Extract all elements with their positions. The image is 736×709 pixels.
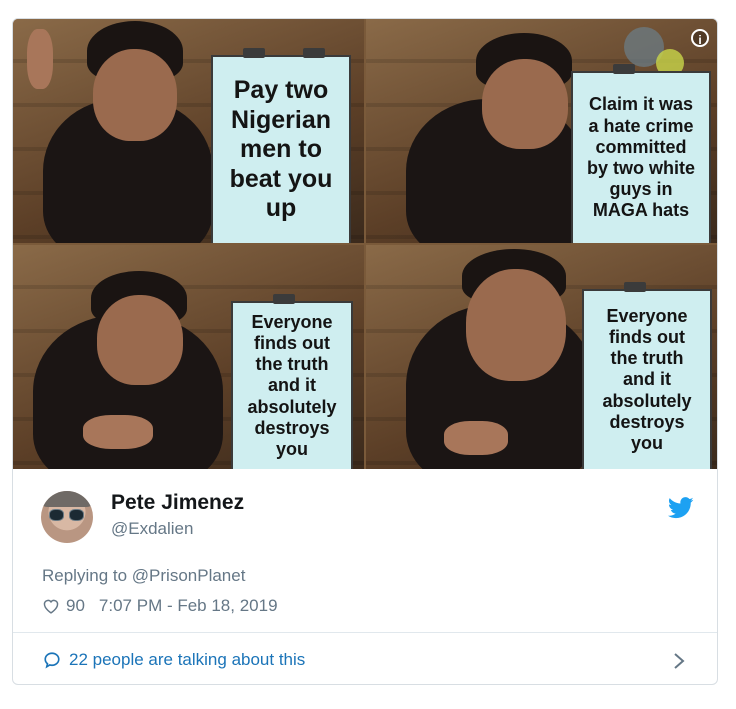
divider xyxy=(13,632,717,633)
reply-target-link[interactable]: @PrisonPlanet xyxy=(132,566,246,585)
tweet-timestamp[interactable]: 7:07 PM - Feb 18, 2019 xyxy=(99,596,278,616)
pointing-hand xyxy=(27,29,53,89)
like-count[interactable]: 90 xyxy=(66,596,85,616)
meme-sign-1: Pay two Nigerian men to beat you up xyxy=(211,48,351,243)
sunglasses xyxy=(49,509,85,521)
tweet-meta: 90 7:07 PM - Feb 18, 2019 xyxy=(42,596,278,616)
hand xyxy=(444,421,508,455)
meme-panel-4: Everyone finds out the truth and it abso… xyxy=(366,245,717,469)
sign-text: Pay two Nigerian men to beat you up xyxy=(229,76,333,223)
chevron-right-icon[interactable] xyxy=(673,652,685,670)
meme-panel-1: Pay two Nigerian men to beat you up xyxy=(13,19,364,243)
meme-sign-3: Everyone finds out the truth and it abso… xyxy=(231,294,353,469)
sign-text: Everyone finds out the truth and it abso… xyxy=(247,311,337,460)
twitter-bird-icon[interactable] xyxy=(668,497,694,519)
speech-bubble-icon xyxy=(44,652,60,669)
meme-image[interactable]: Pay two Nigerian men to beat you up Clai… xyxy=(13,19,717,469)
person-face xyxy=(482,59,568,149)
conversation-link[interactable]: 22 people are talking about this xyxy=(43,650,305,670)
meme-sign-4: Everyone finds out the truth and it abso… xyxy=(582,282,712,469)
person-face xyxy=(93,49,177,141)
meme-sign-2: Claim it was a hate crime committed by t… xyxy=(571,64,711,243)
conversation-label[interactable]: 22 people are talking about this xyxy=(69,650,305,670)
author-handle[interactable]: @Exdalien xyxy=(111,519,193,539)
heart-icon[interactable] xyxy=(42,598,60,614)
hand xyxy=(83,415,153,449)
person-face xyxy=(97,295,183,385)
author-display-name[interactable]: Pete Jimenez xyxy=(111,491,244,515)
meme-panel-3: Everyone finds out the truth and it abso… xyxy=(13,245,364,469)
sign-text: Claim it was a hate crime committed by t… xyxy=(587,94,695,221)
meme-panel-2: Claim it was a hate crime committed by t… xyxy=(366,19,717,243)
sign-text: Everyone finds out the truth and it abso… xyxy=(602,305,692,454)
embedded-tweet-card: Pay two Nigerian men to beat you up Clai… xyxy=(12,18,718,685)
reply-prefix: Replying to xyxy=(42,566,132,585)
avatar[interactable] xyxy=(41,491,93,543)
person-face xyxy=(466,269,566,381)
info-icon[interactable]: i xyxy=(691,29,709,47)
reply-context: Replying to @PrisonPlanet xyxy=(42,566,245,586)
